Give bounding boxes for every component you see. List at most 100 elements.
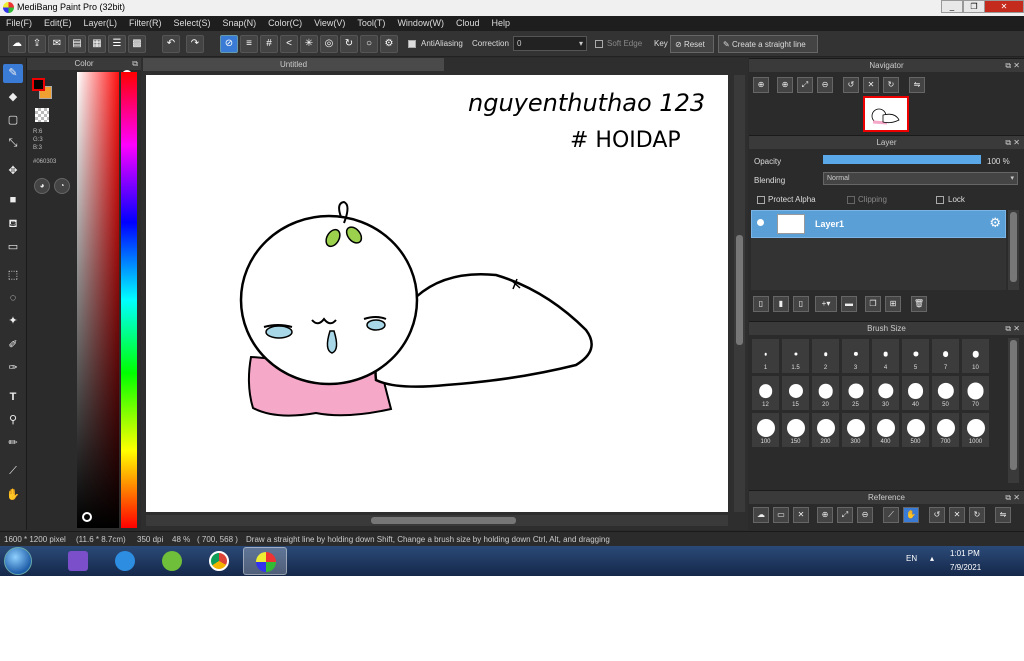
brush-size-option[interactable]: 300	[841, 412, 870, 448]
text-tool-icon[interactable]: T	[3, 388, 23, 407]
brush-size-option[interactable]: 20	[811, 375, 840, 411]
taskbar-internet-explorer[interactable]	[103, 547, 147, 575]
clock-time[interactable]: 1:01 PM	[950, 549, 980, 558]
soft-edge-checkbox[interactable]	[595, 40, 603, 48]
menu-filter[interactable]: Filter(R)	[123, 16, 168, 31]
brush-size-option[interactable]: 150	[781, 412, 810, 448]
move-tool-icon[interactable]: ✥	[3, 162, 23, 181]
menu-tool[interactable]: Tool(T)	[351, 16, 391, 31]
rotate-left-icon[interactable]: ↺	[929, 507, 945, 523]
gear-icon[interactable]: ⚙	[989, 215, 1001, 231]
transparent-color-swatch[interactable]	[35, 108, 49, 122]
brush-size-option[interactable]: 12	[751, 375, 780, 411]
maximize-button[interactable]: ❐	[963, 0, 985, 13]
opacity-slider[interactable]	[823, 155, 981, 164]
taskbar-visual-studio[interactable]	[56, 547, 100, 575]
magic-wand-icon[interactable]: ✦	[3, 312, 23, 331]
flip-icon[interactable]: ⇋	[909, 77, 925, 93]
scroll-thumb[interactable]	[1010, 212, 1017, 282]
cloud-icon[interactable]: ☁	[8, 35, 26, 53]
document-icon[interactable]: ▦	[88, 35, 106, 53]
start-button[interactable]	[4, 547, 32, 575]
select-tool-icon[interactable]: ⬚	[3, 266, 23, 285]
brush-size-option[interactable]: 25	[841, 375, 870, 411]
undock-close-icon[interactable]: ⧉ ✕	[1005, 322, 1020, 335]
brush-size-option[interactable]: 5	[901, 338, 930, 374]
brush-size-option[interactable]: 1.5	[781, 338, 810, 374]
redo-icon[interactable]: ↷	[186, 35, 204, 53]
undo-icon[interactable]: ↶	[162, 35, 180, 53]
crosshatch-snap-icon[interactable]: #	[260, 35, 278, 53]
menu-select[interactable]: Select(S)	[168, 16, 217, 31]
trash-icon[interactable]: 🗑	[911, 296, 927, 312]
brush-size-option[interactable]: 40	[901, 375, 930, 411]
shape-tool-icon[interactable]: ■	[3, 191, 23, 210]
menu-file[interactable]: File(F)	[0, 16, 38, 31]
pencil-tool-icon[interactable]: ✏	[3, 434, 23, 453]
clipping-checkbox[interactable]	[847, 196, 855, 204]
palette-icon[interactable]: ◕	[34, 178, 50, 194]
snap-settings-icon[interactable]: ⚙	[380, 35, 398, 53]
canvas-horizontal-scrollbar[interactable]	[146, 515, 728, 526]
drawing-canvas[interactable]: nguyenthuthao 123 # HOIDAP	[146, 75, 728, 512]
parallel-snap-icon[interactable]: ≡	[240, 35, 258, 53]
canvas-vertical-scrollbar[interactable]	[734, 75, 745, 512]
undock-icon[interactable]: ⧉	[132, 58, 138, 70]
reset-view-icon[interactable]: ✕	[949, 507, 965, 523]
scroll-thumb[interactable]	[736, 235, 743, 345]
dot-tool-icon[interactable]: ▢	[3, 111, 23, 130]
protect-alpha-checkbox[interactable]	[757, 196, 765, 204]
lock-checkbox[interactable]	[936, 196, 944, 204]
eraser-tool-icon[interactable]: ◆	[3, 88, 23, 107]
undock-close-icon[interactable]: ⧉ ✕	[1005, 136, 1020, 149]
select-pen-icon[interactable]: ✐	[3, 336, 23, 355]
reset-view-icon[interactable]: ✕	[863, 77, 879, 93]
layer-scrollbar[interactable]	[1008, 210, 1019, 290]
brush-size-option[interactable]: 30	[871, 375, 900, 411]
rotate-left-icon[interactable]: ↺	[843, 77, 859, 93]
brush-size-option[interactable]: 100	[751, 412, 780, 448]
menu-color[interactable]: Color(C)	[262, 16, 308, 31]
zoom-out-icon[interactable]: ⊖	[817, 77, 833, 93]
fit-icon[interactable]: ⤢	[837, 507, 853, 523]
list-icon[interactable]: ☰	[108, 35, 126, 53]
folder-icon[interactable]: ▬	[841, 296, 857, 312]
vanishing-snap-icon[interactable]: <	[280, 35, 298, 53]
straight-line-button[interactable]: ✎ Create a straight line	[718, 35, 818, 53]
hue-slider[interactable]	[121, 72, 137, 528]
scroll-thumb[interactable]	[371, 517, 516, 524]
undock-close-icon[interactable]: ⧉ ✕	[1005, 491, 1020, 504]
brush-size-option[interactable]: 50	[931, 375, 960, 411]
reset-button[interactable]: ⊘ Reset	[670, 35, 714, 53]
hand-icon[interactable]: ✋	[903, 507, 919, 523]
close-button[interactable]: ✕	[984, 0, 1024, 13]
menu-window[interactable]: Window(W)	[391, 16, 450, 31]
radial-snap-icon[interactable]: ✳	[300, 35, 318, 53]
brush-tool-icon[interactable]: ✎	[3, 64, 23, 83]
new-layer-icon[interactable]: ▯	[753, 296, 769, 312]
merge-icon[interactable]: ⊞	[885, 296, 901, 312]
brush-size-option[interactable]: 700	[931, 412, 960, 448]
comment-icon[interactable]: ▤	[68, 35, 86, 53]
concentric-snap-icon[interactable]: ◎	[320, 35, 338, 53]
correction-select[interactable]: 0 ▾	[513, 36, 587, 51]
upload-icon[interactable]: ⇪	[28, 35, 46, 53]
eyedropper-tool-icon[interactable]: ⟋	[3, 462, 23, 481]
hand-tool-icon[interactable]: ✋	[3, 486, 23, 505]
brush-size-option[interactable]: 7	[931, 338, 960, 374]
brush-size-option[interactable]: 200	[811, 412, 840, 448]
menu-edit[interactable]: Edit(E)	[38, 16, 78, 31]
circle-snap-icon[interactable]: ○	[360, 35, 378, 53]
blending-select[interactable]: Normal ▾	[823, 172, 1018, 185]
brush-size-option[interactable]: 2	[811, 338, 840, 374]
chat-icon[interactable]: ✉	[48, 35, 66, 53]
taskbar-medibang[interactable]	[243, 547, 287, 575]
open-folder-icon[interactable]: ▭	[773, 507, 789, 523]
language-indicator[interactable]: EN	[906, 554, 917, 563]
brush-size-option[interactable]: 3	[841, 338, 870, 374]
menu-view[interactable]: View(V)	[308, 16, 351, 31]
brush-size-option[interactable]: 70	[961, 375, 990, 411]
taskbar-coccoc[interactable]	[150, 547, 194, 575]
brush-size-option[interactable]: 400	[871, 412, 900, 448]
close-reference-icon[interactable]: ✕	[793, 507, 809, 523]
